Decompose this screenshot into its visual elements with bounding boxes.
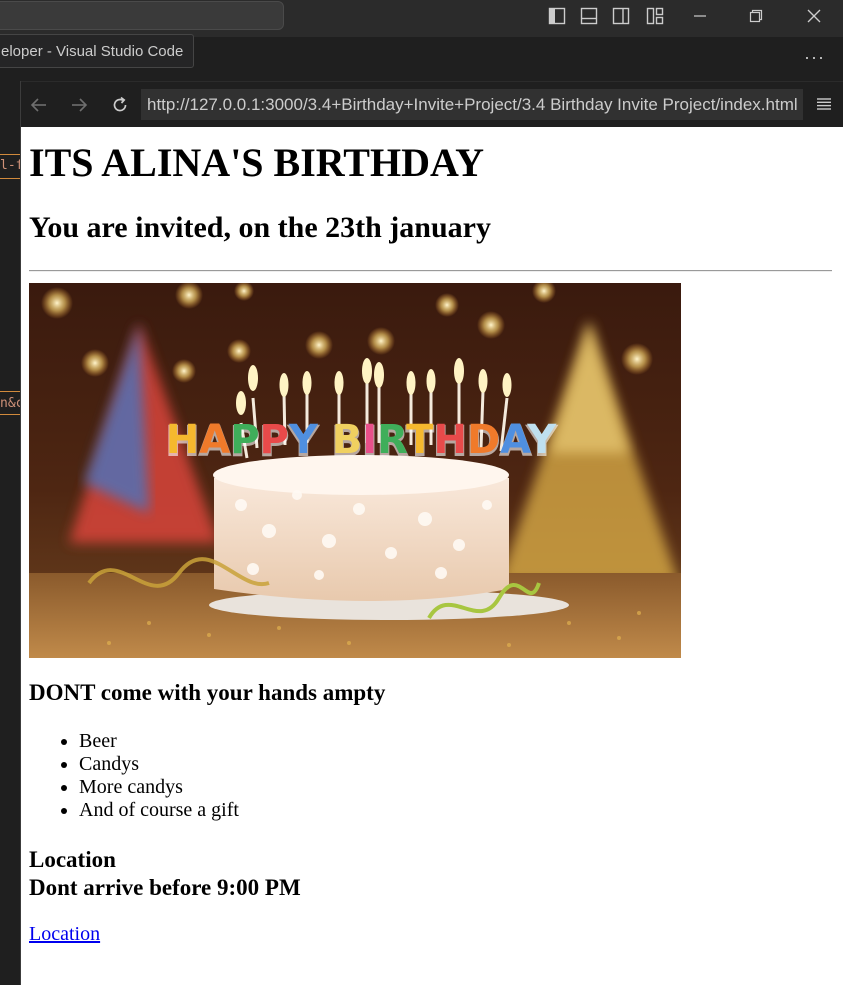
minimize-icon bbox=[694, 15, 706, 17]
toggle-primary-sidebar-icon[interactable] bbox=[548, 7, 566, 25]
browser-viewport: ITS ALINA'S BIRTHDAY You are invited, on… bbox=[21, 127, 843, 985]
list-item: Candys bbox=[79, 753, 239, 776]
refresh-icon bbox=[113, 96, 127, 112]
close-icon bbox=[807, 9, 821, 23]
location-heading: Location bbox=[29, 847, 116, 872]
url-input[interactable] bbox=[141, 89, 803, 120]
editor-highlight-line bbox=[0, 178, 20, 179]
horizontal-rule bbox=[29, 270, 832, 272]
arrival-note: Dont arrive before 9:00 PM bbox=[29, 875, 301, 900]
close-window-button[interactable] bbox=[791, 0, 837, 32]
editor-code-fragment: n&c bbox=[0, 396, 20, 411]
list-item: Beer bbox=[79, 730, 239, 753]
editor-highlight-line bbox=[0, 391, 20, 392]
hamburger-menu-icon[interactable] bbox=[815, 95, 833, 113]
vscode-titlebar bbox=[0, 0, 843, 37]
toggle-secondary-sidebar-icon[interactable] bbox=[612, 7, 630, 25]
arrow-left-icon bbox=[30, 98, 46, 112]
bring-heading: DONT come with your hands ampty bbox=[29, 680, 386, 705]
birthday-cake-image: HAPPY BIRTHDAY HAPPY BIRTHDAY bbox=[29, 283, 681, 658]
customize-layout-icon[interactable] bbox=[646, 7, 664, 25]
invite-subtitle: You are invited, on the 23th january bbox=[29, 211, 491, 244]
location-link[interactable]: Location bbox=[29, 923, 100, 946]
editor-left-strip: l-f n&c bbox=[0, 81, 21, 985]
minimize-button[interactable] bbox=[677, 0, 723, 32]
list-item: And of course a gift bbox=[79, 799, 239, 822]
editor-highlight-line bbox=[0, 154, 20, 155]
list-item: More candys bbox=[79, 776, 239, 799]
command-center-search[interactable] bbox=[0, 1, 284, 30]
cake-lettering: HAPPY BIRTHDAY bbox=[166, 417, 558, 463]
editor-code-fragment: l-f bbox=[0, 158, 20, 173]
arrow-right-icon bbox=[72, 98, 88, 112]
page-title: ITS ALINA'S BIRTHDAY bbox=[29, 140, 485, 185]
back-button[interactable] bbox=[27, 93, 51, 117]
restore-icon bbox=[749, 9, 763, 23]
toggle-panel-icon[interactable] bbox=[580, 7, 598, 25]
restore-button[interactable] bbox=[733, 0, 779, 32]
simple-browser-navbar bbox=[21, 81, 843, 127]
forward-button[interactable] bbox=[67, 93, 91, 117]
reload-button[interactable] bbox=[108, 93, 132, 117]
more-actions-button[interactable]: ··· bbox=[804, 47, 825, 68]
window-title-tooltip: eloper - Visual Studio Code bbox=[0, 34, 195, 68]
items-list: Beer Candys More candys And of course a … bbox=[29, 730, 239, 822]
editor-highlight-line bbox=[0, 414, 20, 415]
screen: eloper - Visual Studio Code ··· l-f n&c bbox=[0, 0, 843, 985]
location-heading-block: Location Dont arrive before 9:00 PM bbox=[29, 846, 301, 902]
